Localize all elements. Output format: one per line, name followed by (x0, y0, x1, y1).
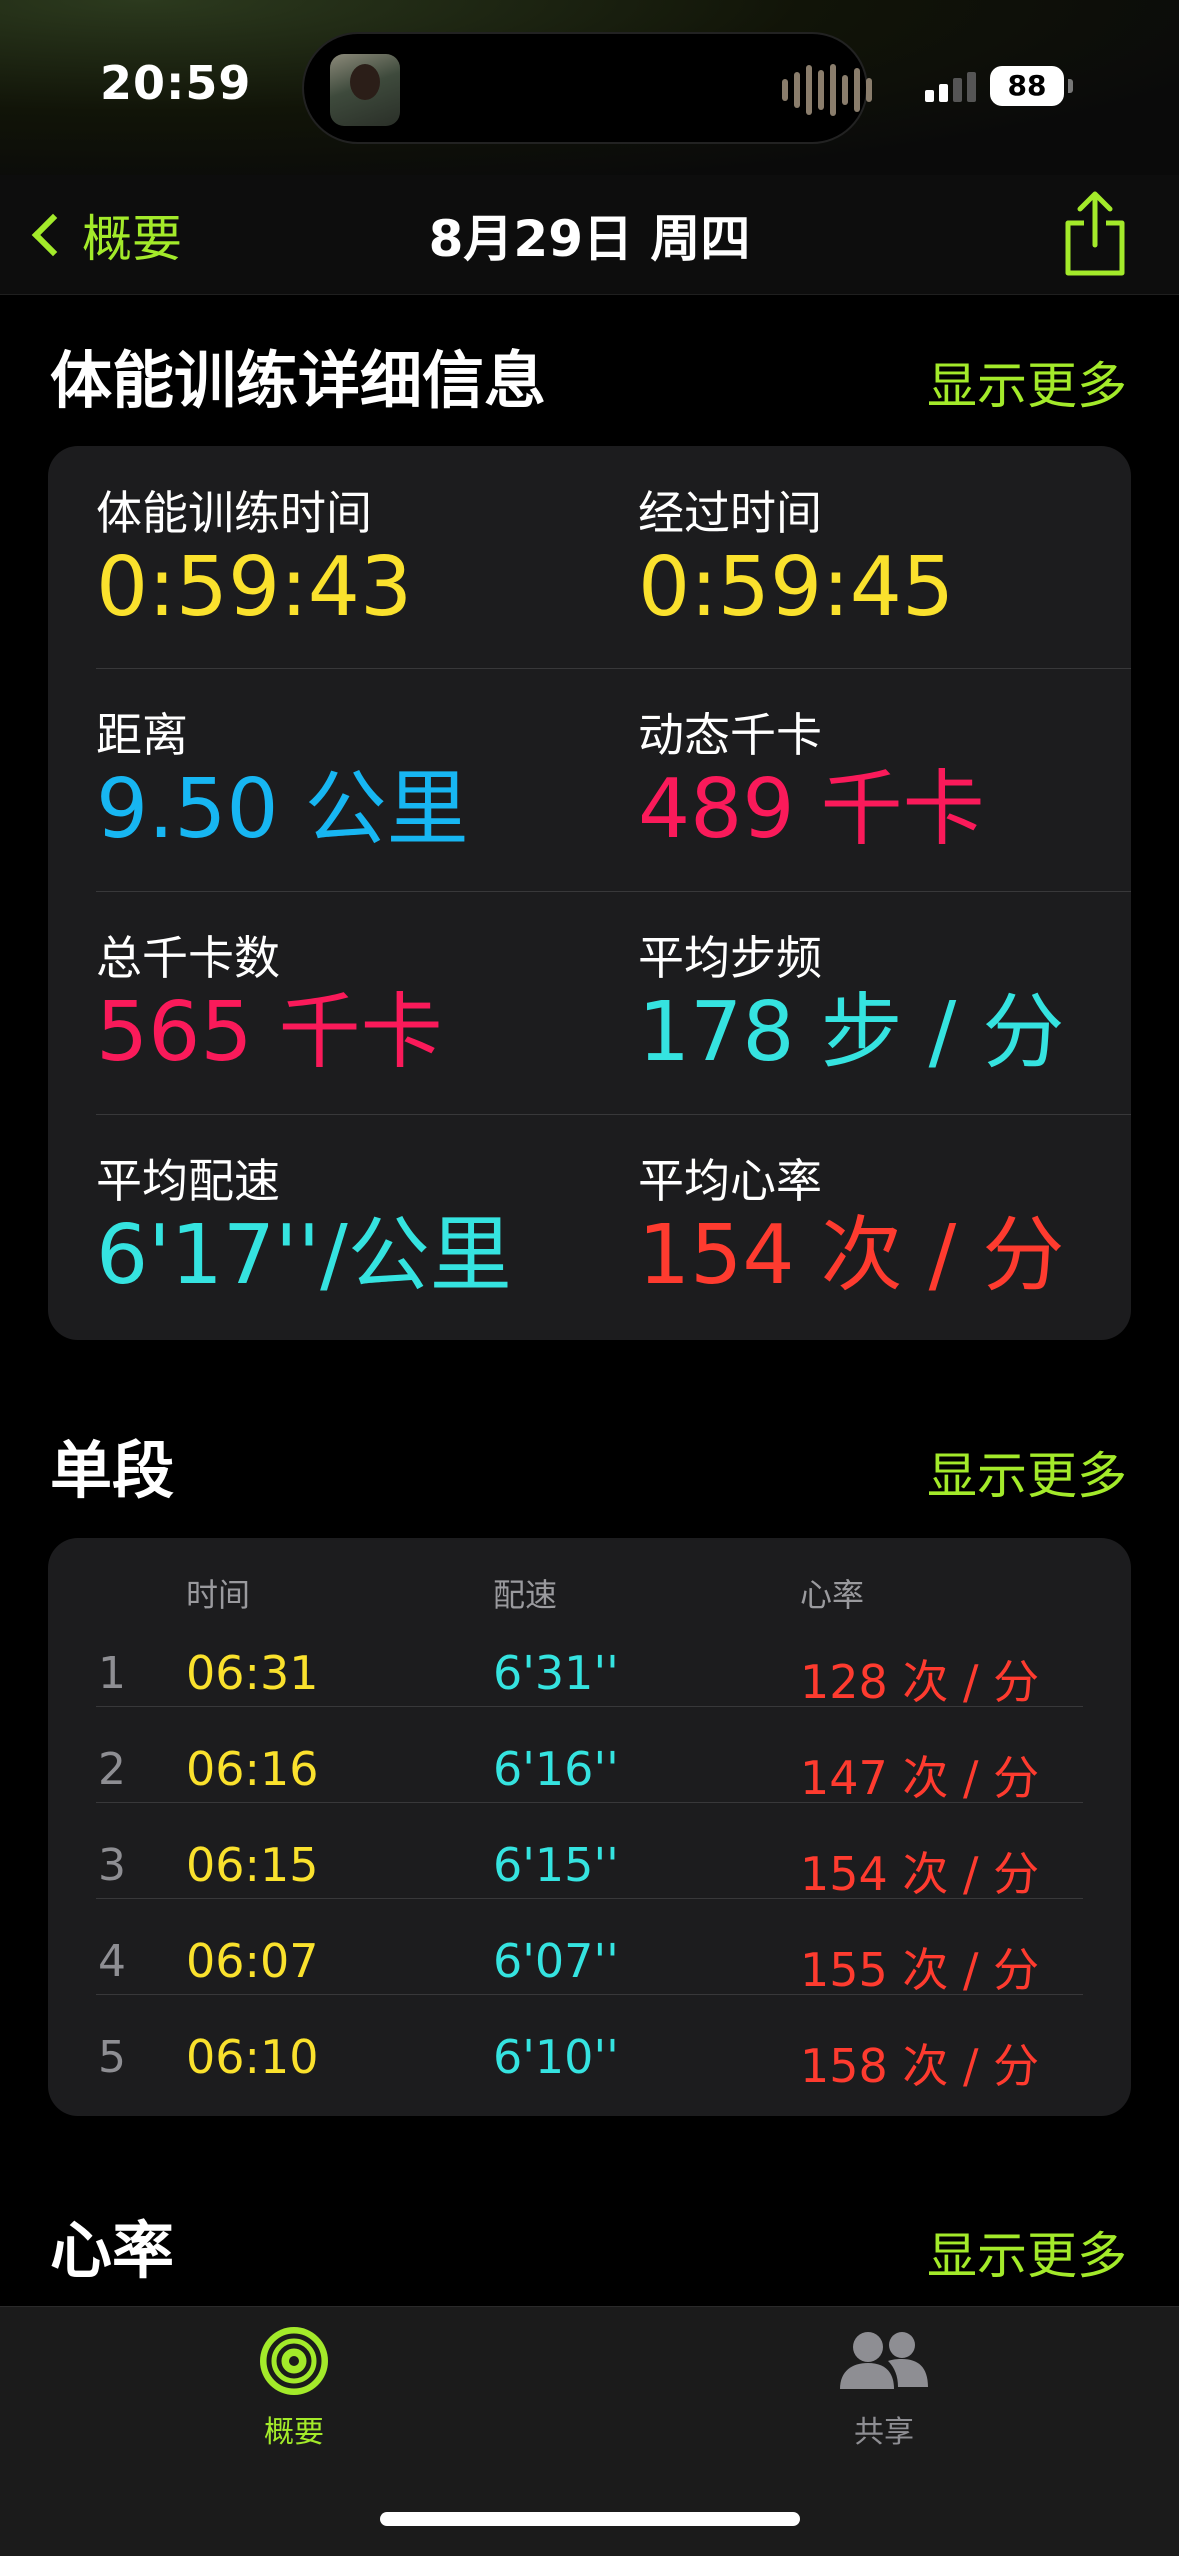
split-index: 4 (98, 1936, 126, 1987)
split-time: 06:31 (186, 1646, 319, 1700)
split-heart-rate: 158 次 / 分 (800, 2039, 1040, 2093)
metric-label: 经过时间 (638, 486, 822, 540)
split-index: 1 (98, 1648, 126, 1699)
page-title: 8月29日 周四 (428, 210, 751, 268)
workout-details-card: 体能训练时间 0:59:43 经过时间 0:59:45 距离 9.50 公里 动… (48, 446, 1131, 1340)
divider (96, 891, 1131, 892)
people-icon (840, 2332, 928, 2389)
split-row: 3 06:15 6'15'' 154 次 / 分 (48, 1818, 1131, 1914)
tab-label: 概要 (264, 2415, 324, 2450)
metric-label: 距离 (96, 708, 188, 762)
splits-show-more-link[interactable]: 显示更多 (927, 1436, 1127, 1508)
split-pace: 6'31'' (493, 1646, 619, 1700)
split-heart-rate: 155 次 / 分 (800, 1943, 1040, 1997)
share-icon[interactable] (1060, 189, 1130, 279)
metric-label: 总千卡数 (96, 931, 280, 985)
metric-label: 平均步频 (638, 931, 822, 985)
divider (96, 668, 1131, 669)
tab-summary[interactable]: 概要 (194, 2325, 394, 2451)
split-index: 2 (98, 1744, 126, 1795)
heart-rate-section-title: 心率 (50, 2214, 175, 2287)
split-row: 4 06:07 6'07'' 155 次 / 分 (48, 1914, 1131, 2010)
metric-label: 平均配速 (96, 1154, 280, 1208)
battery-indicator: 88 (990, 66, 1064, 106)
splits-section-title: 单段 (50, 1434, 175, 1507)
split-time: 06:10 (186, 2030, 319, 2084)
split-index: 5 (98, 2032, 126, 2083)
split-time: 06:15 (186, 1838, 319, 1892)
split-heart-rate: 128 次 / 分 (800, 1655, 1040, 1709)
heart-rate-show-more-link[interactable]: 显示更多 (927, 2216, 1127, 2288)
metric-value: 0:59:43 (96, 540, 413, 635)
battery-cap (1068, 79, 1073, 93)
split-pace: 6'15'' (493, 1838, 619, 1892)
split-time: 06:07 (186, 1934, 319, 1988)
metric-avg-heart-rate: 平均心率 154 次 / 分 (638, 1154, 1064, 1302)
metric-workout-time: 体能训练时间 0:59:43 (96, 486, 412, 634)
divider (96, 1706, 1083, 1707)
split-pace: 6'07'' (493, 1934, 619, 1988)
metric-value: 565 千卡 (96, 985, 443, 1080)
metric-value: 6'17''/公里 (96, 1208, 512, 1303)
metric-value: 154 次 / 分 (638, 1208, 1065, 1303)
split-row: 1 06:31 6'31'' 128 次 / 分 (48, 1626, 1131, 1722)
metric-avg-cadence: 平均步频 178 步 / 分 (638, 931, 1064, 1079)
audio-waveform-icon (782, 64, 872, 116)
split-pace: 6'16'' (493, 1742, 619, 1796)
divider (96, 1802, 1083, 1803)
details-show-more-link[interactable]: 显示更多 (927, 346, 1127, 418)
cellular-signal-icon (925, 72, 976, 102)
split-pace: 6'10'' (493, 2030, 619, 2084)
column-header-pace: 配速 (493, 1576, 558, 1614)
tab-sharing[interactable]: 共享 (784, 2325, 984, 2451)
status-bar: 20:59 88 (0, 0, 1179, 175)
metric-avg-pace: 平均配速 6'17''/公里 (96, 1154, 512, 1302)
dynamic-island[interactable] (302, 32, 872, 144)
tab-label: 共享 (854, 2415, 914, 2450)
divider (96, 1898, 1083, 1899)
divider (96, 1994, 1083, 1995)
status-time: 20:59 (100, 56, 252, 110)
activity-rings-icon (260, 2327, 328, 2395)
split-index: 3 (98, 1840, 126, 1891)
metric-distance: 距离 9.50 公里 (96, 708, 469, 856)
split-row: 5 06:10 6'10'' 158 次 / 分 (48, 2010, 1131, 2106)
split-time: 06:16 (186, 1742, 319, 1796)
home-indicator[interactable] (380, 2512, 800, 2526)
details-section-title: 体能训练详细信息 (50, 344, 547, 417)
split-heart-rate: 147 次 / 分 (800, 1751, 1040, 1805)
split-row: 2 06:16 6'16'' 147 次 / 分 (48, 1722, 1131, 1818)
metric-value: 178 步 / 分 (638, 985, 1065, 1080)
metric-elapsed-time: 经过时间 0:59:45 (638, 486, 954, 634)
now-playing-artwork[interactable] (330, 54, 400, 126)
metric-value: 9.50 公里 (96, 762, 469, 857)
column-header-heart-rate: 心率 (800, 1576, 865, 1614)
metric-value: 0:59:45 (638, 540, 955, 635)
metric-total-calories: 总千卡数 565 千卡 (96, 931, 443, 1079)
metric-active-calories: 动态千卡 489 千卡 (638, 708, 985, 856)
navigation-bar: 概要 8月29日 周四 (0, 175, 1179, 295)
metric-label: 平均心率 (638, 1154, 822, 1208)
metric-label: 动态千卡 (638, 708, 822, 762)
splits-card: 时间 配速 心率 1 06:31 6'31'' 128 次 / 分 2 06:1… (48, 1538, 1131, 2116)
split-heart-rate: 154 次 / 分 (800, 1847, 1040, 1901)
divider (96, 1114, 1131, 1115)
metric-label: 体能训练时间 (96, 486, 372, 540)
column-header-time: 时间 (186, 1576, 251, 1614)
metric-value: 489 千卡 (638, 762, 985, 857)
